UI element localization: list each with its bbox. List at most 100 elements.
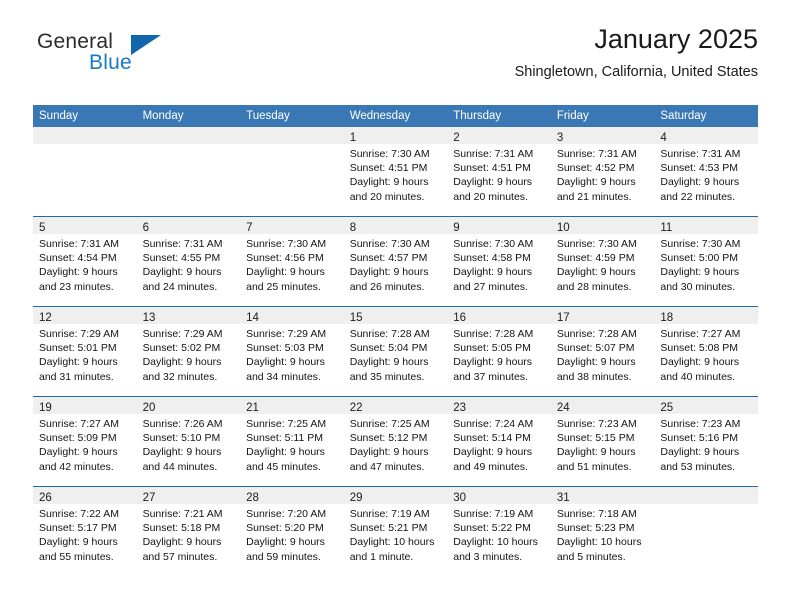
calendar-day-cell[interactable]: 13 Sunrise: 7:29 AM Sunset: 5:02 PM Dayligh… [136, 306, 241, 397]
daylight-text-line2: and 25 minutes. [246, 280, 321, 293]
calendar-day-cell[interactable]: 9 Sunrise: 7:30 AM Sunset: 4:58 PM Daylight… [447, 216, 551, 307]
day-cell-inner: 26 Sunrise: 7:22 AM Sunset: 5:17 PM Dayligh… [33, 487, 137, 576]
day-cell-inner [240, 127, 344, 216]
sunset-text: Sunset: 4:57 PM [349, 252, 428, 265]
day-number: 31 [556, 492, 570, 504]
sunset-text: Sunset: 5:01 PM [39, 342, 117, 355]
daylight-text-line1: Daylight: 9 hours [556, 356, 636, 369]
general-blue-logo[interactable]: General Blue [33, 30, 213, 84]
weekday-header-row: Sunday Monday Tuesday Wednesday Thursday Frid… [33, 105, 758, 127]
daylight-text-line2: and 24 minutes. [142, 280, 218, 293]
calendar-day-cell[interactable]: 17 Sunrise: 7:28 AM Sunset: 5:07 PM Dayligh… [550, 306, 655, 397]
calendar-day-cell[interactable]: 22 Sunrise: 7:25 AM Sunset: 5:12 PM Dayligh… [343, 396, 448, 487]
day-number-strip: 3 [550, 127, 655, 144]
day-detail-lines [137, 144, 241, 147]
calendar-day-cell[interactable]: 28 Sunrise: 7:20 AM Sunset: 5:20 PM Dayligh… [240, 486, 344, 576]
sunset-text: Sunset: 4:58 PM [453, 252, 531, 265]
weekday-header-wednesday: Wednesday [343, 105, 448, 127]
calendar-day-cell[interactable]: 5 Sunrise: 7:31 AM Sunset: 4:54 PM Daylight… [33, 216, 137, 307]
day-detail-lines: Sunrise: 7:28 AM Sunset: 5:07 PM Daylight:… [551, 324, 655, 384]
day-number: 12 [39, 312, 52, 324]
daylight-text-line1: Daylight: 9 hours [453, 356, 533, 369]
day-detail-lines: Sunrise: 7:22 AM Sunset: 5:17 PM Daylight:… [33, 504, 137, 564]
sunset-text: Sunset: 5:04 PM [349, 342, 428, 355]
calendar-day-cell[interactable]: 23 Sunrise: 7:24 AM Sunset: 5:14 PM Dayligh… [447, 396, 551, 487]
calendar-day-cell-empty [654, 486, 758, 576]
daylight-text-line1: Daylight: 9 hours [349, 176, 429, 189]
calendar-day-cell[interactable]: 21 Sunrise: 7:25 AM Sunset: 5:11 PM Dayligh… [240, 396, 344, 487]
day-cell-inner: 13 Sunrise: 7:29 AM Sunset: 5:02 PM Dayligh… [136, 307, 241, 396]
calendar-day-cell[interactable]: 25 Sunrise: 7:23 AM Sunset: 5:16 PM Dayligh… [654, 396, 758, 487]
daylight-text-line2: and 47 minutes. [349, 460, 425, 473]
calendar-day-cell[interactable]: 31 Sunrise: 7:18 AM Sunset: 5:23 PM Dayligh… [550, 486, 655, 576]
day-detail-lines: Sunrise: 7:29 AM Sunset: 5:01 PM Daylight:… [33, 324, 137, 384]
calendar-day-cell[interactable]: 20 Sunrise: 7:26 AM Sunset: 5:10 PM Dayligh… [136, 396, 241, 487]
day-number-strip: 6 [136, 217, 241, 234]
sunset-text: Sunset: 4:53 PM [660, 162, 739, 175]
sunrise-text: Sunrise: 7:29 AM [142, 328, 223, 340]
calendar-day-cell[interactable]: 6 Sunrise: 7:31 AM Sunset: 4:55 PM Daylight… [136, 216, 241, 307]
calendar-day-cell[interactable]: 14 Sunrise: 7:29 AM Sunset: 5:03 PM Dayligh… [240, 306, 344, 397]
day-number-strip: 14 [240, 307, 344, 324]
daylight-text-line1: Daylight: 10 hours [349, 536, 435, 549]
daylight-text-line2: and 44 minutes. [142, 460, 218, 473]
daylight-text-line2: and 22 minutes. [660, 190, 736, 203]
day-detail-lines: Sunrise: 7:20 AM Sunset: 5:20 PM Daylight:… [240, 504, 344, 564]
calendar-day-cell[interactable]: 24 Sunrise: 7:23 AM Sunset: 5:15 PM Dayligh… [550, 396, 655, 487]
sunrise-text: Sunrise: 7:23 AM [556, 418, 637, 430]
calendar-day-cell[interactable]: 11 Sunrise: 7:30 AM Sunset: 5:00 PM Dayligh… [654, 216, 758, 307]
sunrise-text: Sunrise: 7:31 AM [556, 148, 637, 160]
weekday-header-monday: Monday [136, 105, 241, 127]
calendar-day-cell[interactable]: 12 Sunrise: 7:29 AM Sunset: 5:01 PM Dayligh… [33, 306, 137, 397]
day-cell-inner: 31 Sunrise: 7:18 AM Sunset: 5:23 PM Dayligh… [550, 487, 655, 576]
day-number-strip: 12 [33, 307, 137, 324]
calendar-day-cell[interactable]: 18 Sunrise: 7:27 AM Sunset: 5:08 PM Dayligh… [654, 306, 758, 397]
day-detail-lines: Sunrise: 7:24 AM Sunset: 5:14 PM Daylight:… [447, 414, 551, 474]
day-detail-lines: Sunrise: 7:23 AM Sunset: 5:15 PM Daylight:… [551, 414, 655, 474]
calendar-day-cell[interactable]: 7 Sunrise: 7:30 AM Sunset: 4:56 PM Daylight… [240, 216, 344, 307]
logo-text-blue: Blue [89, 51, 132, 74]
day-number: 26 [39, 492, 52, 504]
daylight-text-line1: Daylight: 9 hours [246, 356, 325, 369]
day-number-strip [240, 127, 344, 144]
day-cell-inner: 30 Sunrise: 7:19 AM Sunset: 5:22 PM Dayligh… [447, 487, 551, 576]
calendar-day-cell[interactable]: 1 Sunrise: 7:30 AM Sunset: 4:51 PM Daylight… [343, 127, 448, 217]
day-number: 21 [246, 402, 259, 414]
daylight-text-line2: and 26 minutes. [349, 280, 425, 293]
day-number-strip: 11 [654, 217, 758, 234]
calendar-day-cell[interactable]: 16 Sunrise: 7:28 AM Sunset: 5:05 PM Dayligh… [447, 306, 551, 397]
calendar-day-cell[interactable]: 15 Sunrise: 7:28 AM Sunset: 5:04 PM Dayligh… [343, 306, 448, 397]
day-number: 3 [556, 132, 564, 144]
calendar-table: Sunday Monday Tuesday Wednesday Thursday Frid… [33, 105, 758, 576]
sunset-text: Sunset: 4:51 PM [453, 162, 531, 175]
day-number: 5 [39, 222, 46, 234]
calendar-day-cell[interactable]: 10 Sunrise: 7:30 AM Sunset: 4:59 PM Dayligh… [550, 216, 655, 307]
calendar-day-cell[interactable]: 8 Sunrise: 7:30 AM Sunset: 4:57 PM Daylight… [343, 216, 448, 307]
calendar-day-cell[interactable]: 4 Sunrise: 7:31 AM Sunset: 4:53 PM Daylight… [654, 127, 758, 217]
sunset-text: Sunset: 5:12 PM [349, 432, 428, 445]
sunset-text: Sunset: 5:16 PM [660, 432, 739, 445]
day-detail-lines: Sunrise: 7:30 AM Sunset: 4:59 PM Daylight:… [551, 234, 655, 294]
calendar-day-cell[interactable]: 30 Sunrise: 7:19 AM Sunset: 5:22 PM Dayligh… [447, 486, 551, 576]
day-detail-lines: Sunrise: 7:25 AM Sunset: 5:12 PM Daylight:… [344, 414, 448, 474]
day-cell-inner: 21 Sunrise: 7:25 AM Sunset: 5:11 PM Dayligh… [240, 397, 344, 486]
calendar-day-cell[interactable]: 27 Sunrise: 7:21 AM Sunset: 5:18 PM Dayligh… [136, 486, 241, 576]
sunrise-text: Sunrise: 7:30 AM [453, 238, 534, 250]
sunrise-text: Sunrise: 7:30 AM [349, 238, 430, 250]
calendar-day-cell[interactable]: 26 Sunrise: 7:22 AM Sunset: 5:17 PM Dayligh… [33, 486, 137, 576]
calendar-day-cell[interactable]: 19 Sunrise: 7:27 AM Sunset: 5:09 PM Dayligh… [33, 396, 137, 487]
weekday-header-tuesday: Tuesday [240, 105, 344, 127]
sunset-text: Sunset: 5:08 PM [660, 342, 739, 355]
daylight-text-line1: Daylight: 9 hours [453, 446, 533, 459]
calendar-day-cell[interactable]: 3 Sunrise: 7:31 AM Sunset: 4:52 PM Daylight… [550, 127, 655, 217]
day-detail-lines: Sunrise: 7:31 AM Sunset: 4:53 PM Daylight:… [654, 144, 758, 204]
calendar-day-cell[interactable]: 2 Sunrise: 7:31 AM Sunset: 4:51 PM Daylight… [447, 127, 551, 217]
day-number-strip: 29 [343, 487, 448, 504]
weekday-header-friday: Friday [550, 105, 655, 127]
daylight-text-line1: Daylight: 9 hours [349, 266, 429, 279]
day-number-strip: 26 [33, 487, 137, 504]
daylight-text-line2: and 21 minutes. [556, 190, 632, 203]
calendar-day-cell[interactable]: 29 Sunrise: 7:19 AM Sunset: 5:21 PM Dayligh… [343, 486, 448, 576]
day-detail-lines: Sunrise: 7:30 AM Sunset: 5:00 PM Daylight:… [654, 234, 758, 294]
sunrise-text: Sunrise: 7:23 AM [660, 418, 741, 430]
